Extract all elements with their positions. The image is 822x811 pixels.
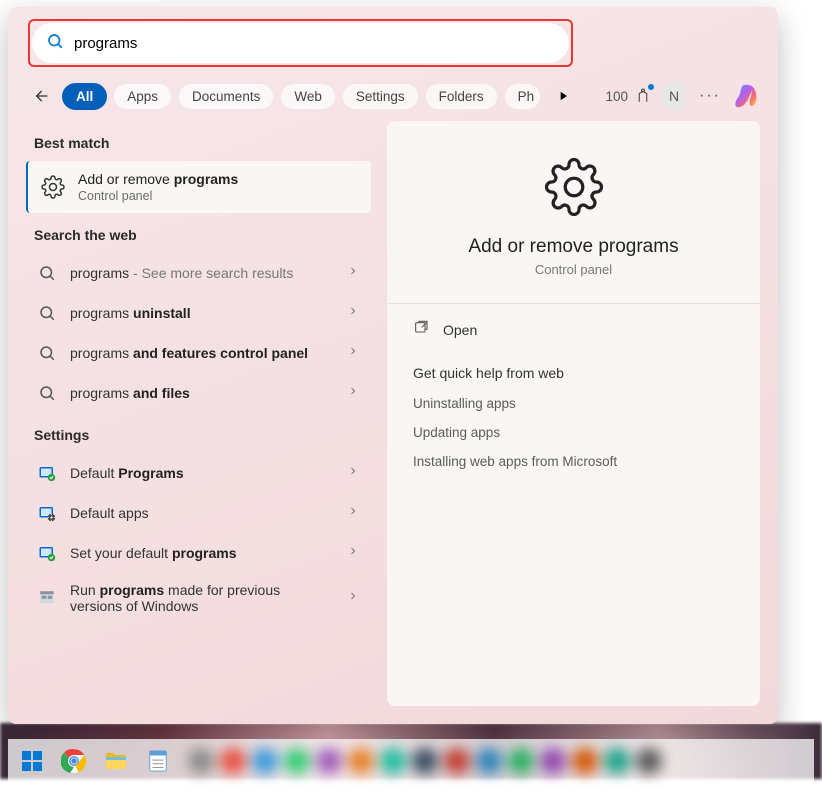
settings-result-text: Run programs made for previous versions … [70,582,335,614]
open-button[interactable]: Open [411,312,736,347]
best-match-subtitle: Control panel [78,189,238,203]
taskbar [8,739,814,783]
best-match-label: Best match [26,121,371,161]
settings-result-item[interactable]: Set your default programs [26,533,371,573]
rewards-points: 100 [605,89,628,104]
search-icon [36,302,58,324]
start-search-window: All Apps Documents Web Settings Folders … [8,7,778,724]
tab-photos[interactable]: Ph [504,83,542,110]
tab-all[interactable]: All [62,83,107,110]
help-link-update[interactable]: Updating apps [411,418,736,447]
divider [387,303,760,304]
compat-icon [36,587,58,609]
chevron-right-icon [347,544,363,562]
tab-settings[interactable]: Settings [342,83,419,110]
settings-result-item[interactable]: Default Programs [26,453,371,493]
settings-label: Settings [26,413,371,453]
search-icon [36,382,58,404]
open-icon [413,320,429,339]
help-link-uninstall[interactable]: Uninstalling apps [411,389,736,418]
search-web-label: Search the web [26,213,371,253]
gear-icon [544,157,604,222]
back-button[interactable] [26,82,54,110]
best-match-title-prefix: Add or remove [78,171,174,187]
best-match-item[interactable]: Add or remove programs Control panel [26,161,371,213]
gear-icon [40,174,66,200]
settings-result-item[interactable]: Run programs made for previous versions … [26,573,371,623]
help-link-install-web[interactable]: Installing web apps from Microsoft [411,447,736,476]
search-row [8,7,778,71]
best-match-title-bold: programs [174,171,239,187]
web-result-text: programs and files [70,385,335,401]
default-apps-icon [36,502,58,524]
file-explorer-icon[interactable] [96,741,136,781]
web-result-item[interactable]: programs uninstall [26,293,371,333]
open-label: Open [443,322,477,338]
web-result-item[interactable]: programs - See more search results [26,253,371,293]
search-icon [36,342,58,364]
detail-subtitle: Control panel [411,262,736,277]
rewards-badge[interactable]: 100 [605,86,652,107]
filter-chips: All Apps Documents Web Settings Folders … [62,83,541,110]
chevron-right-icon [347,464,363,482]
tab-apps[interactable]: Apps [113,83,172,110]
help-section-label: Get quick help from web [411,347,736,389]
detail-panel: Add or remove programs Control panel Ope… [387,121,760,706]
search-highlight-box [28,19,573,67]
search-icon [36,262,58,284]
chevron-right-icon [347,589,363,607]
more-options-button[interactable]: ··· [696,82,724,110]
chevron-right-icon [347,384,363,402]
results-body: Best match Add or remove programs Contro… [8,121,778,724]
tab-documents[interactable]: Documents [178,83,274,110]
settings-result-text: Default apps [70,505,335,521]
copilot-button[interactable] [732,81,762,111]
default-programs-icon [36,462,58,484]
blurred-taskbar-items [188,748,810,774]
settings-result-text: Set your default programs [70,545,335,561]
tab-web[interactable]: Web [280,83,336,110]
notepad-icon[interactable] [138,741,178,781]
rewards-icon [634,86,652,107]
results-left-column: Best match Add or remove programs Contro… [26,121,371,706]
set-default-icon [36,542,58,564]
web-result-text: programs uninstall [70,305,335,321]
detail-title: Add or remove programs [411,236,736,258]
chevron-right-icon [347,344,363,362]
start-button[interactable] [12,741,52,781]
search-field-container[interactable] [32,23,569,63]
tab-folders[interactable]: Folders [425,83,498,110]
chevron-right-icon [347,504,363,522]
filter-row: All Apps Documents Web Settings Folders … [8,71,778,121]
chrome-icon[interactable] [54,741,94,781]
settings-result-text: Default Programs [70,465,335,481]
search-input[interactable] [74,35,555,52]
search-icon [46,32,64,55]
chevron-right-icon [347,264,363,282]
account-avatar[interactable]: N [660,82,688,110]
tabs-scroll-right[interactable] [549,82,577,110]
web-result-item[interactable]: programs and features control panel [26,333,371,373]
web-result-text: programs - See more search results [70,265,335,281]
chevron-right-icon [347,304,363,322]
web-result-item[interactable]: programs and files [26,373,371,413]
settings-result-item[interactable]: Default apps [26,493,371,533]
web-result-text: programs and features control panel [70,345,335,361]
